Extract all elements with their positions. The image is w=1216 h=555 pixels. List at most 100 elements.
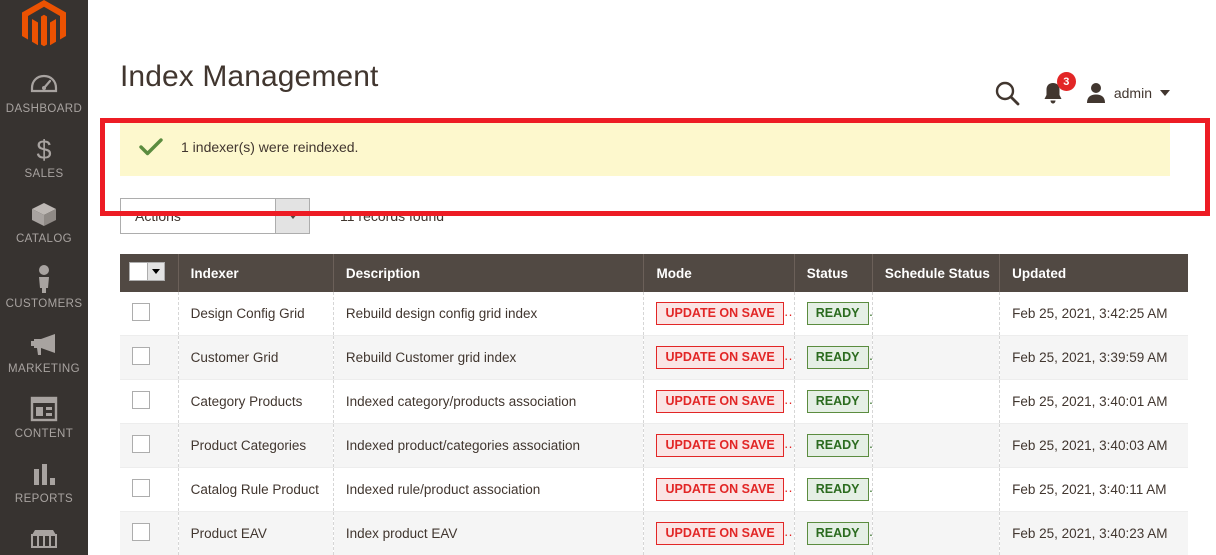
cell-description: Indexed category/products association <box>333 379 645 424</box>
column-header-description[interactable]: Description <box>333 254 645 292</box>
sidebar-item-label: CUSTOMERS <box>5 298 83 310</box>
select-all-checkbox[interactable] <box>129 262 148 281</box>
sidebar-item-label: MARKETING <box>8 363 80 375</box>
person-icon <box>33 264 55 294</box>
table-row[interactable]: Customer Grid Rebuild Customer grid inde… <box>120 335 1188 380</box>
user-menu[interactable]: admin <box>1086 82 1170 104</box>
admin-page: DASHBOARD $ SALES CATALOG CUSTOMERS MARK… <box>0 0 1216 555</box>
select-all-header <box>120 254 179 292</box>
cell-status: READY <box>794 423 873 468</box>
cell-indexer: Category Products <box>178 379 334 424</box>
cell-updated: Feb 25, 2021, 3:39:59 AM <box>1012 350 1168 365</box>
sidebar-item-marketing[interactable]: MARKETING <box>0 320 88 385</box>
row-select-cell <box>120 511 179 555</box>
cell-status: READY <box>794 292 873 336</box>
success-message: 1 indexer(s) were reindexed. <box>120 118 1170 176</box>
column-header-indexer[interactable]: Indexer <box>178 254 334 292</box>
row-checkbox[interactable] <box>132 391 150 409</box>
store-icon <box>29 524 59 554</box>
cell-schedule-status <box>872 379 1001 424</box>
row-checkbox[interactable] <box>132 435 150 453</box>
sidebar-item-sales[interactable]: $ SALES <box>0 125 88 190</box>
table-row[interactable]: Catalog Rule Product Indexed rule/produc… <box>120 467 1188 512</box>
dollar-icon: $ <box>33 134 55 164</box>
grid-header: Indexer Description Mode Status Schedule… <box>120 254 1188 292</box>
user-avatar-icon <box>1086 83 1105 103</box>
cell-description: Indexed rule/product association <box>333 467 645 512</box>
row-checkbox[interactable] <box>132 523 150 541</box>
indexer-grid-container: Indexer Description Mode Status Schedule… <box>88 234 1216 555</box>
sidebar-item-label: REPORTS <box>14 493 74 505</box>
cell-schedule-status <box>872 335 1001 380</box>
cell-mode: UPDATE ON SAVE <box>643 335 795 380</box>
column-header-schedule-status[interactable]: Schedule Status <box>872 254 1001 292</box>
sidebar-item-catalog[interactable]: CATALOG <box>0 190 88 255</box>
status-badge: READY <box>806 390 869 413</box>
row-checkbox[interactable] <box>132 347 150 365</box>
cell-updated: Feb 25, 2021, 3:40:01 AM <box>1012 394 1168 409</box>
column-header-updated[interactable]: Updated <box>999 254 1188 292</box>
sidebar-item-stores[interactable]: STORES <box>0 515 88 555</box>
notification-count-badge: 3 <box>1056 72 1076 91</box>
cell-mode: UPDATE ON SAVE <box>643 379 795 424</box>
notifications-button[interactable]: 3 <box>1042 72 1076 105</box>
indexer-grid: Indexer Description Mode Status Schedule… <box>120 254 1188 555</box>
table-row[interactable]: Product Categories Indexed product/categ… <box>120 423 1188 468</box>
cell-indexer: Design Config Grid <box>178 292 334 336</box>
row-checkbox[interactable] <box>132 479 150 497</box>
cell-updated: Feb 25, 2021, 3:40:23 AM <box>1012 526 1168 541</box>
row-checkbox[interactable] <box>132 303 150 321</box>
sidebar-item-customers[interactable]: CUSTOMERS <box>0 255 88 320</box>
mode-badge: UPDATE ON SAVE <box>656 302 784 325</box>
status-badge: READY <box>806 478 869 501</box>
sidebar-item-content[interactable]: CONTENT <box>0 385 88 450</box>
message-area: 1 indexer(s) were reindexed. <box>88 118 1216 176</box>
column-header-status[interactable]: Status <box>794 254 873 292</box>
user-name-label: admin <box>1113 85 1152 101</box>
cell-updated: Feb 25, 2021, 3:40:11 AM <box>1012 482 1167 497</box>
page-title: Index Management <box>120 60 379 93</box>
table-row[interactable]: Design Config Grid Rebuild design config… <box>120 292 1188 336</box>
layout-icon <box>30 394 58 424</box>
chevron-down-icon[interactable] <box>148 262 165 281</box>
success-message-text: 1 indexer(s) were reindexed. <box>181 139 359 155</box>
grid-header-row: Indexer Description Mode Status Schedule… <box>120 254 1188 292</box>
row-select-cell <box>120 467 179 512</box>
header-actions: 3 admin <box>994 72 1170 106</box>
main-content: Index Management 3 admin 1 indexer(s) we… <box>88 0 1216 555</box>
select-all-dropdown-icon[interactable] <box>129 262 165 281</box>
sidebar-item-reports[interactable]: REPORTS <box>0 450 88 515</box>
sidebar-item-label: DASHBOARD <box>5 103 83 115</box>
records-found-label: 11 records found <box>340 208 445 224</box>
row-select-cell <box>120 292 179 336</box>
status-badge: READY <box>806 522 869 545</box>
cell-mode: UPDATE ON SAVE <box>643 467 795 512</box>
table-row[interactable]: Category Products Indexed category/produ… <box>120 379 1188 424</box>
sidebar-item-dashboard[interactable]: DASHBOARD <box>0 60 88 125</box>
cell-mode: UPDATE ON SAVE <box>643 423 795 468</box>
magento-logo[interactable] <box>0 0 88 48</box>
megaphone-icon <box>29 329 59 359</box>
check-icon <box>139 137 163 157</box>
cell-description: Rebuild design config grid index <box>333 292 645 336</box>
cell-mode: UPDATE ON SAVE <box>643 292 795 336</box>
mode-badge: UPDATE ON SAVE <box>656 434 784 457</box>
status-badge: READY <box>806 346 869 369</box>
sidebar-item-label: CONTENT <box>14 428 74 440</box>
cell-status: READY <box>794 511 873 555</box>
cell-status: READY <box>794 335 873 380</box>
actions-dropdown[interactable]: Actions <box>120 198 310 234</box>
cell-description: Index product EAV <box>333 511 645 555</box>
dashboard-icon <box>30 69 58 99</box>
table-row[interactable]: Product EAV Index product EAV UPDATE ON … <box>120 511 1188 555</box>
mode-badge: UPDATE ON SAVE <box>656 346 784 369</box>
magento-logo-icon <box>22 0 66 47</box>
cell-schedule-status <box>872 511 1001 555</box>
column-header-mode[interactable]: Mode <box>643 254 795 292</box>
search-icon[interactable] <box>994 80 1020 106</box>
grid-toolbar: Actions 11 records found <box>88 176 1216 234</box>
cell-description: Indexed product/categories association <box>333 423 645 468</box>
svg-text:$: $ <box>36 135 51 163</box>
cell-schedule-status <box>872 292 1001 336</box>
status-badge: READY <box>806 434 869 457</box>
